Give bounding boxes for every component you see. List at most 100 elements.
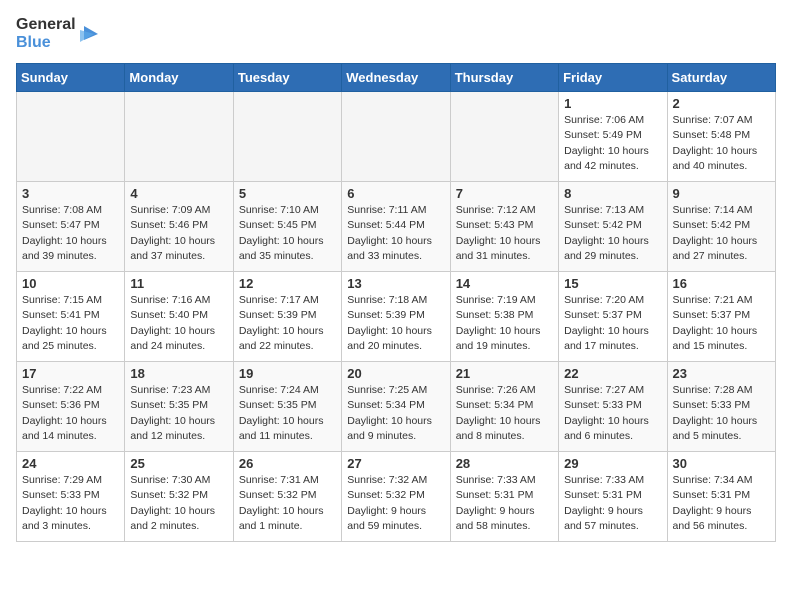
day-cell: 10 Sunrise: 7:15 AM Sunset: 5:41 PM Dayli… bbox=[17, 272, 125, 362]
day-info: Sunrise: 7:28 AM Sunset: 5:33 PM Dayligh… bbox=[673, 383, 770, 444]
day-cell: 27 Sunrise: 7:32 AM Sunset: 5:32 PM Dayli… bbox=[342, 452, 450, 542]
week-row-5: 24Sunrise: 7:29 AM Sunset: 5:33 PM Dayli… bbox=[17, 452, 776, 542]
day-info: Sunrise: 7:22 AM Sunset: 5:36 PM Dayligh… bbox=[22, 383, 119, 444]
day-info: Sunrise: 7:33 AM Sunset: 5:31 PM Dayligh… bbox=[456, 473, 553, 534]
day-cell: 8 Sunrise: 7:13 AM Sunset: 5:42 PM Daylig… bbox=[559, 182, 667, 272]
header-sunday: Sunday bbox=[17, 64, 125, 92]
day-cell: 23Sunrise: 7:28 AM Sunset: 5:33 PM Dayli… bbox=[667, 362, 775, 452]
day-info: Sunrise: 7:32 AM Sunset: 5:32 PM Dayligh… bbox=[347, 473, 444, 534]
day-info: Sunrise: 7:30 AM Sunset: 5:32 PM Dayligh… bbox=[130, 473, 227, 534]
day-cell: 28 Sunrise: 7:33 AM Sunset: 5:31 PM Dayli… bbox=[450, 452, 558, 542]
day-cell: 12 Sunrise: 7:17 AM Sunset: 5:39 PM Dayli… bbox=[233, 272, 341, 362]
day-number: 10 bbox=[22, 276, 119, 291]
day-number: 12 bbox=[239, 276, 336, 291]
day-number: 17 bbox=[22, 366, 119, 381]
day-info: Sunrise: 7:24 AM Sunset: 5:35 PM Dayligh… bbox=[239, 383, 336, 444]
day-info: Sunrise: 7:10 AM Sunset: 5:45 PM Dayligh… bbox=[239, 203, 336, 264]
day-info: Sunrise: 7:07 AM Sunset: 5:48 PM Dayligh… bbox=[673, 113, 770, 174]
day-cell bbox=[450, 92, 558, 182]
day-number: 2 bbox=[673, 96, 770, 111]
day-cell: 20 Sunrise: 7:25 AM Sunset: 5:34 PM Dayli… bbox=[342, 362, 450, 452]
week-row-4: 17 Sunrise: 7:22 AM Sunset: 5:36 PM Dayli… bbox=[17, 362, 776, 452]
day-cell: 11 Sunrise: 7:16 AM Sunset: 5:40 PM Dayli… bbox=[125, 272, 233, 362]
day-number: 11 bbox=[130, 276, 227, 291]
week-row-2: 3 Sunrise: 7:08 AM Sunset: 5:47 PM Daylig… bbox=[17, 182, 776, 272]
day-number: 14 bbox=[456, 276, 553, 291]
header-thursday: Thursday bbox=[450, 64, 558, 92]
day-cell bbox=[342, 92, 450, 182]
day-number: 13 bbox=[347, 276, 444, 291]
day-number: 27 bbox=[347, 456, 444, 471]
day-number: 5 bbox=[239, 186, 336, 201]
day-info: Sunrise: 7:12 AM Sunset: 5:43 PM Dayligh… bbox=[456, 203, 553, 264]
day-cell: 1Sunrise: 7:06 AM Sunset: 5:49 PM Daylig… bbox=[559, 92, 667, 182]
day-cell: 29Sunrise: 7:33 AM Sunset: 5:31 PM Dayli… bbox=[559, 452, 667, 542]
day-number: 8 bbox=[564, 186, 661, 201]
day-number: 22 bbox=[564, 366, 661, 381]
calendar-table: SundayMondayTuesdayWednesdayThursdayFrid… bbox=[16, 63, 776, 542]
header-wednesday: Wednesday bbox=[342, 64, 450, 92]
day-info: Sunrise: 7:29 AM Sunset: 5:33 PM Dayligh… bbox=[22, 473, 119, 534]
day-info: Sunrise: 7:17 AM Sunset: 5:39 PM Dayligh… bbox=[239, 293, 336, 354]
day-info: Sunrise: 7:20 AM Sunset: 5:37 PM Dayligh… bbox=[564, 293, 661, 354]
day-info: Sunrise: 7:14 AM Sunset: 5:42 PM Dayligh… bbox=[673, 203, 770, 264]
day-info: Sunrise: 7:16 AM Sunset: 5:40 PM Dayligh… bbox=[130, 293, 227, 354]
day-info: Sunrise: 7:13 AM Sunset: 5:42 PM Dayligh… bbox=[564, 203, 661, 264]
day-cell: 5 Sunrise: 7:10 AM Sunset: 5:45 PM Daylig… bbox=[233, 182, 341, 272]
day-number: 20 bbox=[347, 366, 444, 381]
day-info: Sunrise: 7:34 AM Sunset: 5:31 PM Dayligh… bbox=[673, 473, 770, 534]
logo-general: General bbox=[16, 16, 76, 34]
page-header: General Blue bbox=[16, 16, 776, 51]
day-number: 26 bbox=[239, 456, 336, 471]
day-cell: 19Sunrise: 7:24 AM Sunset: 5:35 PM Dayli… bbox=[233, 362, 341, 452]
day-cell: 24Sunrise: 7:29 AM Sunset: 5:33 PM Dayli… bbox=[17, 452, 125, 542]
header-monday: Monday bbox=[125, 64, 233, 92]
day-number: 4 bbox=[130, 186, 227, 201]
day-cell: 14 Sunrise: 7:19 AM Sunset: 5:38 PM Dayli… bbox=[450, 272, 558, 362]
day-info: Sunrise: 7:25 AM Sunset: 5:34 PM Dayligh… bbox=[347, 383, 444, 444]
day-number: 28 bbox=[456, 456, 553, 471]
day-cell bbox=[125, 92, 233, 182]
day-cell: 6 Sunrise: 7:11 AM Sunset: 5:44 PM Daylig… bbox=[342, 182, 450, 272]
day-number: 9 bbox=[673, 186, 770, 201]
day-cell: 22 Sunrise: 7:27 AM Sunset: 5:33 PM Dayli… bbox=[559, 362, 667, 452]
logo-bird-icon bbox=[80, 20, 98, 48]
day-number: 21 bbox=[456, 366, 553, 381]
header-saturday: Saturday bbox=[667, 64, 775, 92]
day-number: 3 bbox=[22, 186, 119, 201]
day-cell: 18 Sunrise: 7:23 AM Sunset: 5:35 PM Dayli… bbox=[125, 362, 233, 452]
day-number: 7 bbox=[456, 186, 553, 201]
day-cell bbox=[233, 92, 341, 182]
day-info: Sunrise: 7:23 AM Sunset: 5:35 PM Dayligh… bbox=[130, 383, 227, 444]
day-cell: 15 Sunrise: 7:20 AM Sunset: 5:37 PM Dayli… bbox=[559, 272, 667, 362]
day-cell: 17 Sunrise: 7:22 AM Sunset: 5:36 PM Dayli… bbox=[17, 362, 125, 452]
day-cell: 4Sunrise: 7:09 AM Sunset: 5:46 PM Daylig… bbox=[125, 182, 233, 272]
day-info: Sunrise: 7:27 AM Sunset: 5:33 PM Dayligh… bbox=[564, 383, 661, 444]
day-number: 15 bbox=[564, 276, 661, 291]
day-cell: 30 Sunrise: 7:34 AM Sunset: 5:31 PM Dayli… bbox=[667, 452, 775, 542]
day-info: Sunrise: 7:08 AM Sunset: 5:47 PM Dayligh… bbox=[22, 203, 119, 264]
day-cell: 21Sunrise: 7:26 AM Sunset: 5:34 PM Dayli… bbox=[450, 362, 558, 452]
header-friday: Friday bbox=[559, 64, 667, 92]
day-number: 18 bbox=[130, 366, 227, 381]
day-cell: 25 Sunrise: 7:30 AM Sunset: 5:32 PM Dayli… bbox=[125, 452, 233, 542]
day-cell: 13 Sunrise: 7:18 AM Sunset: 5:39 PM Dayli… bbox=[342, 272, 450, 362]
day-cell: 7 Sunrise: 7:12 AM Sunset: 5:43 PM Daylig… bbox=[450, 182, 558, 272]
day-info: Sunrise: 7:19 AM Sunset: 5:38 PM Dayligh… bbox=[456, 293, 553, 354]
day-info: Sunrise: 7:18 AM Sunset: 5:39 PM Dayligh… bbox=[347, 293, 444, 354]
day-number: 16 bbox=[673, 276, 770, 291]
day-info: Sunrise: 7:21 AM Sunset: 5:37 PM Dayligh… bbox=[673, 293, 770, 354]
day-number: 6 bbox=[347, 186, 444, 201]
day-cell bbox=[17, 92, 125, 182]
day-cell: 3 Sunrise: 7:08 AM Sunset: 5:47 PM Daylig… bbox=[17, 182, 125, 272]
week-row-3: 10 Sunrise: 7:15 AM Sunset: 5:41 PM Dayli… bbox=[17, 272, 776, 362]
logo-blue: Blue bbox=[16, 34, 76, 52]
day-number: 30 bbox=[673, 456, 770, 471]
day-info: Sunrise: 7:33 AM Sunset: 5:31 PM Dayligh… bbox=[564, 473, 661, 534]
day-info: Sunrise: 7:31 AM Sunset: 5:32 PM Dayligh… bbox=[239, 473, 336, 534]
day-cell: 2 Sunrise: 7:07 AM Sunset: 5:48 PM Daylig… bbox=[667, 92, 775, 182]
day-info: Sunrise: 7:11 AM Sunset: 5:44 PM Dayligh… bbox=[347, 203, 444, 264]
day-number: 1 bbox=[564, 96, 661, 111]
day-info: Sunrise: 7:15 AM Sunset: 5:41 PM Dayligh… bbox=[22, 293, 119, 354]
day-number: 25 bbox=[130, 456, 227, 471]
